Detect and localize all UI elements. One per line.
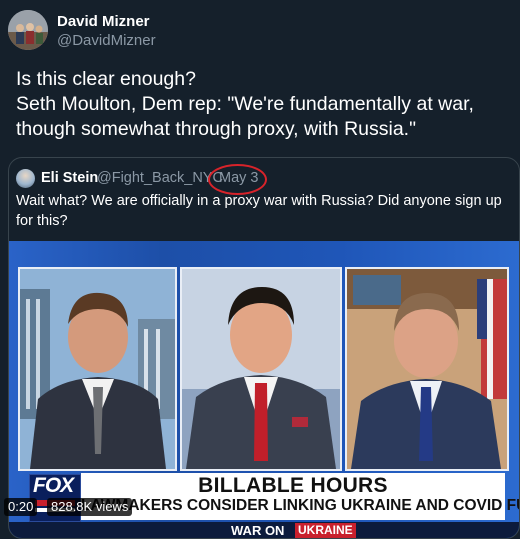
fox-logo-text: FOX bbox=[33, 474, 74, 497]
quoted-author-name: Eli Stein bbox=[41, 170, 99, 186]
quoted-author-avatar bbox=[16, 169, 35, 188]
tweet-text: Is this clear enough? Seth Moulton, Dem … bbox=[16, 68, 474, 140]
avatar-photo bbox=[8, 10, 48, 50]
author-display-name[interactable]: David Mizner bbox=[57, 13, 150, 30]
quoted-tweet-card[interactable]: Eli Stein @Fight_Back_NYC May 3 Wait wha… bbox=[8, 157, 520, 539]
ticker-label: WAR ON bbox=[231, 523, 285, 538]
quoted-tweet-date[interactable]: May 3 bbox=[219, 170, 259, 186]
video-panel-left bbox=[18, 267, 177, 471]
video-player[interactable]: FOX BILLABLE HOURS LAWMAKERS CONSIDER LI… bbox=[9, 241, 519, 538]
news-headline: BILLABLE HOURS bbox=[198, 474, 388, 497]
video-panel-center bbox=[180, 267, 342, 471]
author-avatar[interactable] bbox=[8, 10, 48, 50]
quoted-author-handle: @Fight_Back_NYC bbox=[97, 170, 223, 186]
video-time-badge: 0:20 bbox=[4, 498, 38, 516]
video-panel-right bbox=[345, 267, 509, 471]
news-subheadline: LAWMAKERS CONSIDER LINKING UKRAINE AND C… bbox=[81, 497, 519, 514]
ticker-tag: UKRAINE bbox=[295, 523, 356, 538]
quoted-tweet-text: Wait what? We are officially in a proxy … bbox=[16, 193, 502, 229]
author-handle[interactable]: @DavidMizner bbox=[57, 32, 156, 49]
video-views-badge: 828.8K views bbox=[47, 498, 133, 516]
